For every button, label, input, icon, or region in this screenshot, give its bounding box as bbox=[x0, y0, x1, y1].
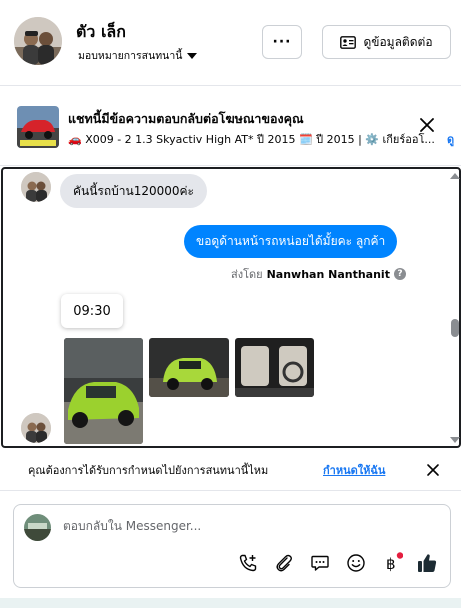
ad-banner-subtitle: 🚗 X009 - 2 1.3 Skyactiv High AT* ปี 2015… bbox=[68, 133, 435, 146]
call-icon[interactable] bbox=[237, 552, 259, 574]
emoji-icon[interactable] bbox=[345, 552, 367, 574]
contact-avatar-small[interactable] bbox=[21, 413, 51, 443]
bottom-strip bbox=[0, 598, 461, 608]
close-banner-icon[interactable] bbox=[418, 116, 436, 134]
help-icon[interactable]: ? bbox=[393, 268, 406, 280]
outgoing-message-bubble[interactable]: ขอดูด้านหน้ารถหน่อยได้มั้ยคะ ลูกค้า bbox=[184, 225, 398, 258]
view-ad-link[interactable]: ดู bbox=[447, 130, 454, 148]
caret-down-icon bbox=[187, 53, 198, 59]
assign-label: มอบหมายการสนทนานี้ bbox=[78, 50, 183, 62]
svg-text:฿: ฿ bbox=[386, 555, 396, 573]
assign-to-me-link[interactable]: กำหนดให้ฉัน bbox=[323, 461, 385, 479]
ad-thumbnail[interactable] bbox=[17, 106, 59, 148]
assign-reminder-text: คุณต้องการได้รับการกำหนดไปยังการสนทนานี้… bbox=[28, 464, 269, 477]
more-icon: ··· bbox=[272, 34, 292, 50]
timestamp-tooltip: 09:30 bbox=[61, 294, 123, 328]
ad-reply-banner: แชทนี้มีข้อความตอบกลับต่อโฆษณาของคุณ 🚗 X… bbox=[0, 86, 461, 166]
sent-by-prefix: ส่งโดย bbox=[231, 268, 263, 281]
ad-banner-title: แชทนี้มีข้อความตอบกลับต่อโฆษณาของคุณ bbox=[68, 111, 304, 126]
view-contact-info-label: ดูข้อมูลติดต่อ bbox=[363, 34, 433, 49]
incoming-message-bubble[interactable]: คันนี้รถบ้าน120000ค่ะ bbox=[60, 174, 207, 208]
scrollbar-thumb[interactable] bbox=[451, 319, 459, 337]
contact-avatar-small[interactable] bbox=[21, 172, 51, 202]
contact-name: ตัว เล็ก bbox=[76, 22, 126, 41]
message-input[interactable] bbox=[63, 519, 423, 533]
sent-by-line: ส่งโดย Nanwhan Nanthanit ? bbox=[231, 265, 406, 283]
close-reminder-icon[interactable] bbox=[426, 463, 440, 477]
page-avatar bbox=[24, 514, 51, 541]
contact-avatar[interactable] bbox=[14, 17, 62, 65]
more-options-button[interactable]: ··· bbox=[262, 25, 302, 59]
attachment-icon[interactable] bbox=[273, 552, 295, 574]
conversation-header: ตัว เล็ก มอบหมายการสนทนานี้ ··· ดูข้อมูล… bbox=[0, 0, 461, 86]
contact-card-icon bbox=[340, 35, 357, 49]
payment-baht-icon[interactable]: ฿ bbox=[381, 552, 403, 574]
attachment-photo[interactable] bbox=[64, 338, 143, 444]
attachment-photo[interactable] bbox=[149, 338, 229, 397]
saved-replies-icon[interactable] bbox=[309, 552, 331, 574]
scroll-up-arrow-icon[interactable] bbox=[450, 173, 460, 179]
scroll-down-arrow-icon[interactable] bbox=[450, 437, 460, 443]
attachment-photo[interactable] bbox=[235, 338, 314, 397]
view-contact-info-button[interactable]: ดูข้อมูลติดต่อ bbox=[322, 25, 451, 59]
message-composer[interactable] bbox=[13, 504, 451, 588]
sender-name: Nanwhan Nanthanit bbox=[266, 267, 390, 281]
assign-conversation-dropdown[interactable]: มอบหมายการสนทนานี้ bbox=[78, 47, 198, 64]
thumbs-up-icon[interactable] bbox=[416, 552, 438, 574]
